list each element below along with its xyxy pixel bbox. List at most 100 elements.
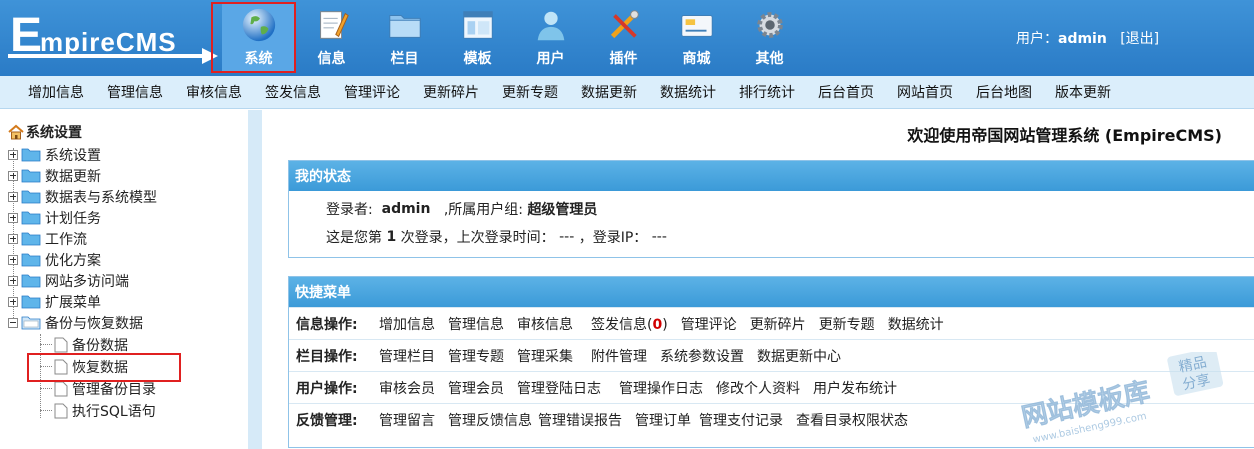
window-template-icon bbox=[462, 11, 493, 39]
quick-link[interactable]: 管理订单 bbox=[635, 410, 691, 430]
quick-link[interactable]: 修改个人资料 bbox=[716, 378, 800, 398]
main-nav: 系统 信息 栏目 模板 用户 插件 商城 其他 bbox=[222, 4, 806, 72]
quick-link-sign[interactable]: 签发信息(0) bbox=[591, 314, 668, 334]
tree-leaf-backup-data[interactable]: 备份数据 bbox=[54, 334, 128, 355]
logout-link[interactable]: [退出] bbox=[1120, 31, 1159, 47]
folder-icon bbox=[21, 148, 41, 162]
submenu-item[interactable]: 审核信息 bbox=[186, 82, 242, 102]
user-info: 用户：admin [退出] bbox=[1016, 31, 1160, 47]
expand-icon[interactable] bbox=[8, 254, 18, 265]
quick-link[interactable]: 管理操作日志 bbox=[619, 378, 703, 398]
document-icon bbox=[54, 337, 68, 352]
submenu-item[interactable]: 版本更新 bbox=[1055, 82, 1111, 102]
quick-link[interactable]: 管理评论 bbox=[681, 314, 737, 334]
quick-link[interactable]: 审核会员 bbox=[379, 378, 435, 398]
submenu-item[interactable]: 网站首页 bbox=[897, 82, 953, 102]
quick-link[interactable]: 数据更新中心 bbox=[757, 346, 841, 366]
nav-info[interactable]: 信息 bbox=[295, 4, 368, 72]
submenu-item[interactable]: 签发信息 bbox=[265, 82, 321, 102]
nav-plugin[interactable]: 插件 bbox=[587, 4, 660, 72]
tree-node-multi-access[interactable]: 网站多访问端 bbox=[8, 270, 129, 291]
folder-icon bbox=[21, 169, 41, 183]
folder-icon bbox=[21, 190, 41, 204]
quick-link[interactable]: 用户发布统计 bbox=[813, 378, 897, 398]
quick-link[interactable]: 数据统计 bbox=[888, 314, 944, 334]
quick-link[interactable]: 管理采集 bbox=[517, 346, 573, 366]
expand-icon[interactable] bbox=[8, 191, 18, 202]
expand-icon[interactable] bbox=[8, 296, 18, 307]
tree-node-backup-restore[interactable]: 备份与恢复数据 bbox=[8, 312, 143, 333]
tree-node-optimization[interactable]: 优化方案 bbox=[8, 249, 101, 270]
document-icon bbox=[54, 403, 68, 418]
folder-icon bbox=[388, 15, 421, 38]
tree-node-extended-menu[interactable]: 扩展菜单 bbox=[8, 291, 101, 312]
folder-icon bbox=[21, 211, 41, 225]
quick-link[interactable]: 管理反馈信息 bbox=[448, 410, 532, 430]
submenu-item[interactable]: 后台首页 bbox=[818, 82, 874, 102]
quick-link[interactable]: 管理错误报告 bbox=[538, 410, 622, 430]
quick-link[interactable]: 管理登陆日志 bbox=[517, 378, 601, 398]
user-icon bbox=[537, 11, 564, 41]
quick-link[interactable]: 管理栏目 bbox=[379, 346, 435, 366]
expand-icon[interactable] bbox=[8, 212, 18, 223]
submenu-item[interactable]: 管理信息 bbox=[107, 82, 163, 102]
nav-system-highlight-box bbox=[211, 2, 296, 73]
tree-root: 系统设置 bbox=[8, 122, 82, 142]
my-status-panel: 我的状态 登录者: admin ,所属用户组: 超级管理员 这是您第 1 次登录… bbox=[288, 160, 1254, 258]
panel-title: 我的状态 bbox=[289, 161, 1254, 191]
quick-link[interactable]: 更新专题 bbox=[819, 314, 875, 334]
tree-node-system-settings[interactable]: 系统设置 bbox=[8, 144, 101, 165]
expand-icon[interactable] bbox=[8, 149, 18, 160]
document-icon bbox=[54, 381, 68, 396]
submenu-item[interactable]: 数据统计 bbox=[660, 82, 716, 102]
quick-link[interactable]: 审核信息 bbox=[517, 314, 573, 334]
tree-node-workflow[interactable]: 工作流 bbox=[8, 228, 87, 249]
quick-link[interactable]: 更新碎片 bbox=[750, 314, 806, 334]
nav-shop[interactable]: 商城 bbox=[660, 4, 733, 72]
submenu-item[interactable]: 更新专题 bbox=[502, 82, 558, 102]
card-icon bbox=[680, 15, 713, 37]
quick-link[interactable]: 增加信息 bbox=[379, 314, 435, 334]
folder-icon bbox=[21, 295, 41, 309]
nav-other[interactable]: 其他 bbox=[733, 4, 806, 72]
quick-link[interactable]: 管理留言 bbox=[379, 410, 435, 430]
gear-icon bbox=[756, 12, 783, 38]
submenu-item[interactable]: 增加信息 bbox=[28, 82, 84, 102]
folder-icon bbox=[21, 253, 41, 267]
empirecms-logo: EmpireCMS bbox=[8, 8, 218, 68]
quick-link[interactable]: 管理会员 bbox=[448, 378, 504, 398]
quick-link[interactable]: 管理信息 bbox=[448, 314, 504, 334]
expand-icon[interactable] bbox=[8, 233, 18, 244]
quick-link[interactable]: 查看目录权限状态 bbox=[796, 410, 908, 430]
submenu-item[interactable]: 更新碎片 bbox=[423, 82, 479, 102]
tree-node-scheduled-tasks[interactable]: 计划任务 bbox=[8, 207, 101, 228]
home-icon bbox=[8, 124, 24, 140]
quick-link[interactable]: 管理专题 bbox=[448, 346, 504, 366]
sub-menu: 增加信息 管理信息 审核信息 签发信息 管理评论 更新碎片 更新专题 数据更新 … bbox=[0, 76, 1254, 109]
submenu-item[interactable]: 后台地图 bbox=[976, 82, 1032, 102]
nav-user[interactable]: 用户 bbox=[514, 4, 587, 72]
quick-link[interactable]: 管理支付记录 bbox=[699, 410, 783, 430]
folder-icon bbox=[21, 232, 41, 246]
submenu-item[interactable]: 数据更新 bbox=[581, 82, 637, 102]
pending-count-badge: 0 bbox=[652, 316, 663, 333]
submenu-item[interactable]: 管理评论 bbox=[344, 82, 400, 102]
login-count-row: 这是您第 1 次登录，上次登录时间： --- ，登录IP： --- bbox=[326, 229, 667, 246]
collapse-icon[interactable] bbox=[8, 317, 18, 328]
submenu-item[interactable]: 排行统计 bbox=[739, 82, 795, 102]
login-info-row: 登录者: admin ,所属用户组: 超级管理员 bbox=[326, 201, 598, 218]
restore-data-highlight-box bbox=[27, 353, 181, 382]
open-folder-icon bbox=[21, 316, 41, 330]
left-tree-menu: 系统设置 系统设置 数据更新 数据表与系统模型 计划任务 工作流 优化方案 网站… bbox=[0, 110, 248, 449]
expand-icon[interactable] bbox=[8, 275, 18, 286]
quick-link[interactable]: 系统参数设置 bbox=[660, 346, 744, 366]
site-watermark: 网站模板库 www.baisheng999.com 精品 分享 bbox=[1019, 352, 1224, 442]
nav-template[interactable]: 模板 bbox=[441, 4, 514, 72]
frame-divider[interactable] bbox=[248, 110, 262, 449]
nav-column[interactable]: 栏目 bbox=[368, 4, 441, 72]
tree-node-data-tables[interactable]: 数据表与系统模型 bbox=[8, 186, 157, 207]
tree-leaf-execute-sql[interactable]: 执行SQL语句 bbox=[54, 400, 156, 421]
quick-link[interactable]: 附件管理 bbox=[591, 346, 647, 366]
expand-icon[interactable] bbox=[8, 170, 18, 181]
tree-node-data-update[interactable]: 数据更新 bbox=[8, 165, 101, 186]
